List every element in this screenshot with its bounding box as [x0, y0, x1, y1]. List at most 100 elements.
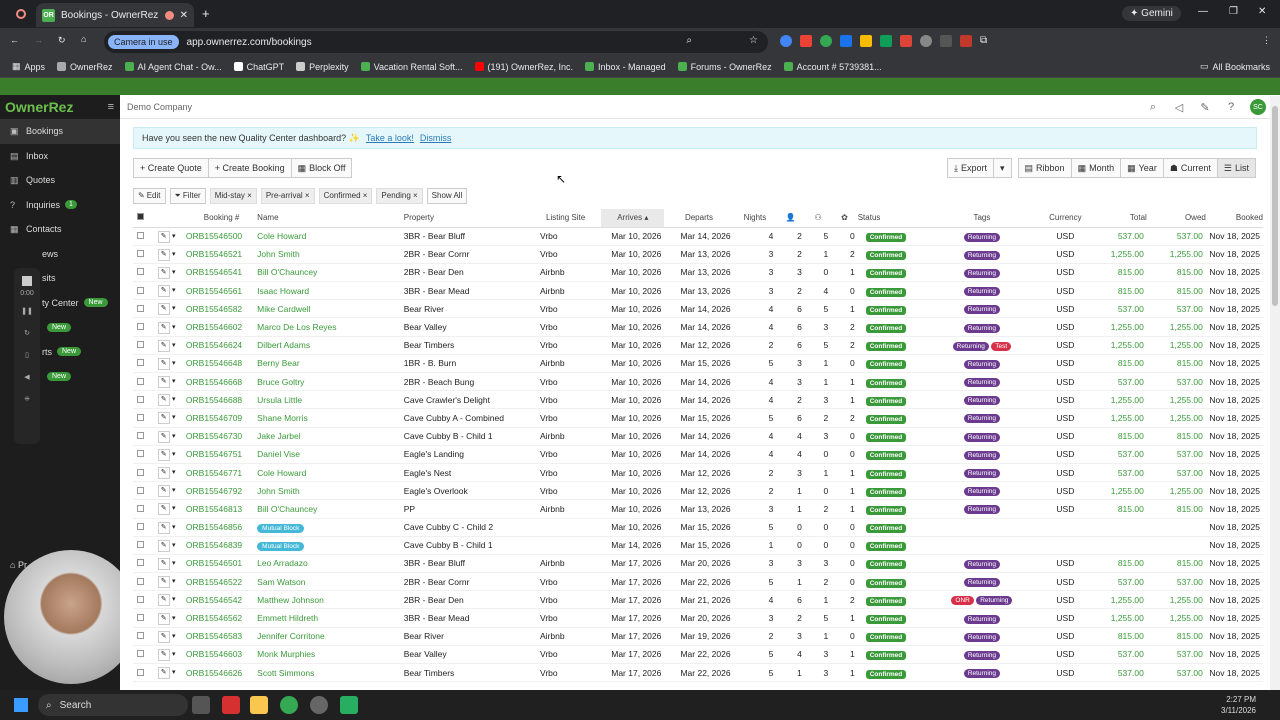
guest-name-link[interactable]: John Smith [257, 481, 404, 501]
chevron-down-icon[interactable]: ▾ [172, 414, 176, 421]
booking-number-link[interactable]: ORB15546582 [185, 299, 258, 319]
edit-pencil-icon[interactable]: ✎ [157, 266, 170, 279]
edit-pencil-icon[interactable]: ✎ [157, 230, 170, 243]
ownerrez-logo[interactable]: OwnerRez ≡ [0, 95, 120, 119]
zoom-icon[interactable]: ⌕ [686, 35, 692, 46]
row-checkbox[interactable] [133, 499, 148, 519]
banner-dismiss-link[interactable]: Dismiss [420, 133, 452, 143]
row-checkbox[interactable] [133, 445, 148, 464]
booking-number-link[interactable]: ORB15546730 [185, 427, 258, 446]
guest-name-link[interactable]: Leo Arradazo [257, 554, 404, 574]
filter-chip-confirmed[interactable]: Confirmed × [318, 187, 373, 204]
select-all-checkbox[interactable] [133, 209, 148, 228]
booking-number-link[interactable]: ORB15546501 [185, 554, 258, 574]
chevron-down-icon[interactable]: ▾ [172, 542, 176, 549]
bookmark-account[interactable]: Account # 5739381... [783, 62, 882, 72]
guest-name-link[interactable]: Mike Cardwell [257, 299, 404, 319]
table-row[interactable]: ✎ ▾ ORB15546688 Ursula Little Cave Crawler'… [133, 390, 1263, 410]
header-property[interactable]: Property [403, 209, 530, 228]
booking-number-link[interactable]: ORB15546500 [185, 227, 258, 246]
table-row[interactable]: ✎ ▾ ORB15546541 Bill O'Chauncey 2BR - Bear … [133, 263, 1263, 283]
booking-number-link[interactable]: ORB15546839 [185, 536, 258, 555]
task-view-icon[interactable] [192, 696, 210, 714]
chevron-down-icon[interactable]: ▾ [172, 578, 176, 585]
edit-pencil-icon[interactable]: ✎ [157, 594, 170, 607]
row-checkbox[interactable] [133, 463, 148, 483]
extension-icon[interactable] [800, 35, 812, 47]
chevron-down-icon[interactable]: ▾ [172, 378, 176, 385]
row-checkbox[interactable] [133, 554, 148, 574]
row-checkbox[interactable] [133, 645, 148, 665]
mail-app-icon[interactable] [222, 696, 240, 714]
close-tab-icon[interactable]: ✕ [180, 10, 188, 21]
stop-record-icon[interactable] [22, 276, 32, 286]
year-view-button[interactable]: ▦ Year [1121, 158, 1164, 178]
export-dropdown-button[interactable]: ▾ [994, 158, 1012, 178]
header-departs[interactable]: Departs [664, 209, 734, 228]
edit-pencil-icon[interactable]: ✎ [157, 448, 170, 461]
edit-pencil-icon[interactable]: ✎ [157, 376, 170, 389]
header-adults[interactable]: 👤 [776, 209, 805, 228]
header-booking-number[interactable]: Booking # [185, 209, 258, 228]
header-tags[interactable]: Tags [931, 209, 1033, 228]
create-booking-button[interactable]: + Create Booking [208, 158, 292, 178]
hamburger-icon[interactable]: ≡ [108, 101, 114, 113]
row-checkbox[interactable] [133, 227, 148, 246]
wrench-icon[interactable]: ✎ [1198, 100, 1212, 114]
row-checkbox[interactable] [133, 372, 148, 392]
home-icon[interactable]: ⌂ [81, 34, 86, 44]
header-nights[interactable]: Nights [733, 209, 777, 228]
booking-number-link[interactable]: ORB15546602 [185, 317, 258, 337]
table-row[interactable]: ✎ ▾ ORB15546624 Dilbert Adams Bear Timbers V… [133, 336, 1263, 355]
create-quote-button[interactable]: + Create Quote [133, 158, 209, 178]
table-row[interactable]: ✎ ▾ ORB15546500 Cole Howard 3BR - Bear Bluf… [133, 227, 1263, 246]
puzzle-icon[interactable]: ⧉ [980, 35, 992, 47]
chevron-down-icon[interactable]: ▾ [172, 524, 176, 531]
restart-icon[interactable]: ↻ [14, 329, 40, 337]
chevron-down-icon[interactable]: ▾ [172, 469, 176, 476]
taskbar-clock[interactable]: 2:27 PM 3/11/2026 [1221, 694, 1256, 716]
edit-pencil-icon[interactable]: ✎ [157, 394, 170, 407]
edit-pencil-icon[interactable]: ✎ [157, 630, 170, 643]
bookmark-vacation-rental[interactable]: Vacation Rental Soft... [360, 62, 463, 72]
row-checkbox[interactable] [133, 427, 148, 446]
edit-pencil-icon[interactable]: ✎ [157, 467, 170, 480]
guest-name-link[interactable]: Bill O'Chauncey [257, 499, 404, 519]
guest-name-link[interactable]: Scott Simmons [257, 663, 404, 683]
header-pets[interactable]: ✿ [831, 209, 858, 228]
row-checkbox[interactable] [133, 627, 148, 646]
guest-name-link[interactable]: Jennifer Corritone [257, 627, 404, 646]
table-row[interactable]: ✎ ▾ ORB15546668 Bruce Goltry 2BR - Beach Bu… [133, 372, 1263, 392]
current-view-button[interactable]: ☗ Current [1163, 158, 1218, 178]
extension-icon[interactable] [960, 35, 972, 47]
header-name[interactable]: Name [257, 209, 404, 228]
guest-name-link[interactable]: Marco De Los Reyes [257, 317, 404, 337]
row-checkbox[interactable] [133, 663, 148, 683]
bookmark-youtube[interactable]: (191) OwnerRez, Inc. [474, 62, 573, 72]
table-row[interactable]: ✎ ▾ ORB15546561 Isaac Howard 3BR - Bear Mea… [133, 281, 1263, 301]
edit-pencil-icon[interactable]: ✎ [157, 503, 170, 516]
close-window-icon[interactable]: ✕ [1258, 6, 1266, 17]
edit-pencil-icon[interactable]: ✎ [157, 612, 170, 625]
bookmark-chatgpt[interactable]: ChatGPT [233, 62, 284, 72]
guest-name-link[interactable]: Cole Howard [257, 463, 404, 483]
guest-name-link[interactable]: Cole Howard [257, 227, 404, 246]
guest-name-link[interactable]: Shane Morris [257, 408, 404, 428]
table-row[interactable]: ✎ ▾ ORB15546583 Jennifer Corritone Bear Riv… [133, 627, 1263, 646]
guest-name-link[interactable]: Isaac Howard [257, 281, 404, 301]
edit-pencil-icon[interactable]: ✎ [157, 667, 170, 680]
windows-start-icon[interactable] [14, 698, 28, 712]
header-listing-site[interactable]: Listing Site [529, 209, 602, 228]
chevron-down-icon[interactable]: ▾ [172, 305, 176, 312]
edit-pencil-icon[interactable]: ✎ [157, 303, 170, 316]
guest-name-link[interactable]: Dilbert Adams [257, 336, 404, 355]
sidebar-item-contacts[interactable]: ▦ Contacts [0, 217, 120, 242]
edit-button[interactable]: ✎ Edit [133, 187, 166, 204]
drag-handle-icon[interactable]: ⁜ [14, 395, 40, 403]
row-checkbox[interactable] [133, 608, 148, 628]
row-checkbox[interactable] [133, 572, 148, 592]
chevron-down-icon[interactable]: ▾ [172, 487, 176, 494]
chevron-down-icon[interactable]: ▾ [172, 669, 176, 676]
header-children[interactable]: ⚇ [804, 209, 832, 228]
table-row[interactable]: ✎ ▾ ORB15546626 Scott Simmons Bear Timbers V… [133, 663, 1263, 683]
